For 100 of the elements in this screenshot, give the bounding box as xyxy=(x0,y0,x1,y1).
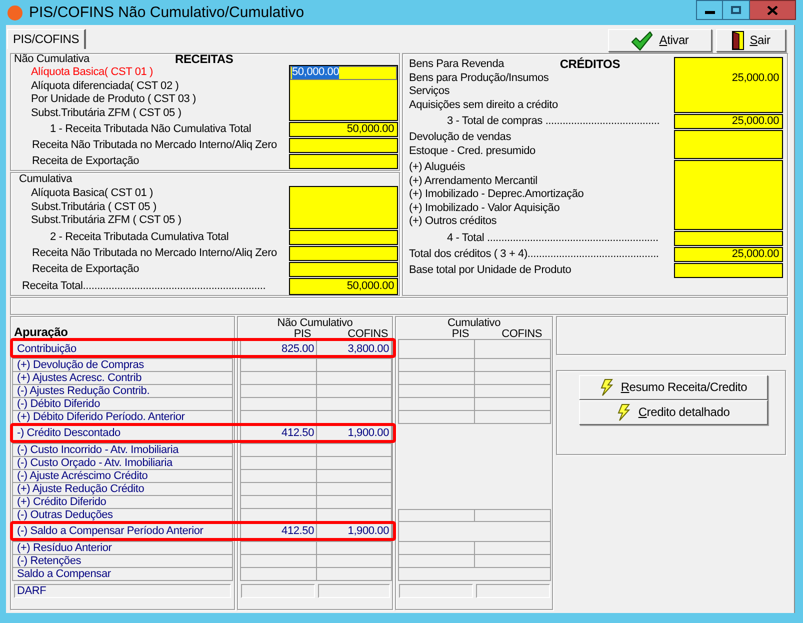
toolbar-button[interactable]: Sair xyxy=(716,29,786,52)
lightning-icon xyxy=(600,379,613,396)
lightning-icon xyxy=(617,404,630,421)
field-label: Alíquota Basica( CST 01 ) xyxy=(31,66,153,80)
minimize-button[interactable] xyxy=(696,0,723,20)
column-header: COFINS xyxy=(348,328,388,339)
table-cell: (-) Débito Diferido xyxy=(12,398,233,411)
column-header: PIS xyxy=(452,328,469,339)
field-label: Receita Não Tributada no Mercado Interno/Aliq Zero xyxy=(32,139,277,152)
field-label: Receita Não Tributada no Mercado Interno/Aliq Zero xyxy=(32,246,277,260)
toolbar-button[interactable]: Ativar xyxy=(608,29,712,52)
table-cell: 1,900.00 xyxy=(317,424,392,444)
section-caption: Não Cumulativo xyxy=(277,317,353,328)
table-cell xyxy=(318,584,390,598)
input-field[interactable]: 25,000.00 xyxy=(674,114,783,129)
field-label: Subst.Tributária ZFM ( CST 05 ) xyxy=(31,106,182,120)
table-cell: (-) Custo Incorrido - Atv. Imobiliaria xyxy=(12,444,233,457)
input-field[interactable] xyxy=(289,246,398,260)
table-cell: (-) Outras Deduções xyxy=(12,509,233,522)
input-field[interactable]: 50,000.00 xyxy=(290,66,397,80)
section-title: RECEITAS xyxy=(175,52,234,66)
close-icon xyxy=(767,6,778,14)
table-cell: 1,900.00 xyxy=(317,522,392,542)
field-label: Subst.Tributária ( CST 05 ) xyxy=(31,200,156,214)
table-cell: (-) Ajuste Acréscimo Crédito xyxy=(12,470,233,483)
table-cell: (+) Resíduo Anterior xyxy=(12,542,233,555)
field-label: (+) Outros créditos xyxy=(409,215,497,228)
input-field[interactable] xyxy=(289,154,398,169)
minimize-icon xyxy=(704,11,714,14)
field-label: Receita Total................................................................ xyxy=(22,280,266,292)
input-grid[interactable] xyxy=(674,160,783,230)
action-button[interactable]: Resumo Receita/Credito xyxy=(579,375,768,400)
section-caption: Cumulativa xyxy=(19,172,72,186)
tab[interactable]: PIS/COFINS xyxy=(7,29,86,49)
field-label: 2 - Receita Tributada Cumulativa Total xyxy=(50,230,229,244)
input-field[interactable]: 25,000.00 xyxy=(674,246,783,262)
table-cell: (-) Retenções xyxy=(12,555,233,568)
field-value: 25,000.00 xyxy=(732,72,780,85)
table-cell: Contribuição xyxy=(12,339,233,359)
field-label: Devolução de vendas xyxy=(409,131,511,144)
input-field[interactable] xyxy=(674,230,783,246)
field-label: Alíquota diferenciada( CST 02 ) xyxy=(31,80,179,93)
field-label: Base total por Unidade de Produto xyxy=(409,264,572,276)
input-field[interactable] xyxy=(674,262,783,278)
section-caption: Cumulativo xyxy=(447,317,501,328)
table-cell: Saldo a Compensar xyxy=(12,568,233,581)
table-cell: -) Crédito Descontado xyxy=(12,424,233,444)
field-label: (+) Imobilizado - Valor Aquisição xyxy=(409,202,560,215)
table-cell: 412.50 xyxy=(240,424,317,444)
column-header: PIS xyxy=(294,328,311,339)
section-caption: Não Cumulativa xyxy=(14,52,90,66)
field-label: (+) Imobilizado - Deprec.Amortização xyxy=(409,188,584,202)
field-label: Estoque - Cred. presumido xyxy=(409,144,536,158)
field-label: 4 - Total ............................................................ xyxy=(447,232,658,244)
table-cell: (+) Devolução de Compras xyxy=(12,359,233,372)
input-field[interactable]: 50,000.00 xyxy=(289,122,398,137)
field-label: Por Unidade de Produto ( CST 03 ) xyxy=(31,93,196,106)
table-cell: (+) Crédito Diferido xyxy=(12,496,233,509)
field-label: Bens Para Revenda xyxy=(409,58,504,72)
door-icon xyxy=(732,31,744,50)
table-cell: (+) Débito Diferido Período. Anterior xyxy=(12,411,233,424)
field-label: 1 - Receita Tributada Não Cumulativa Total xyxy=(50,123,252,136)
table-cell: 3,800.00 xyxy=(317,339,392,359)
input-grid[interactable]: 50,000.00 xyxy=(289,65,398,121)
maximize-button[interactable] xyxy=(723,0,750,20)
section-title: Apuração xyxy=(14,325,68,339)
window-title: PIS/COFINS Não Cumulativo/Cumulativo xyxy=(29,4,304,22)
table-cell: (-) Ajustes Redução Contrib. xyxy=(12,385,233,398)
field-label: Aquisições sem direito a crédito xyxy=(409,98,558,112)
input-field[interactable]: 50,000.00 xyxy=(289,278,398,294)
field-label: Receita de Exportação xyxy=(32,155,140,168)
input-grid[interactable] xyxy=(289,186,398,228)
maximize-icon xyxy=(731,6,741,14)
input-grid[interactable]: 25,000.00 xyxy=(674,57,783,113)
input-field[interactable] xyxy=(289,138,398,153)
table-cell: (-) Custo Orçado - Atv. Imobiliaria xyxy=(12,457,233,470)
app-logo-icon xyxy=(7,4,23,20)
field-label: Total dos créditos ( 3 + 4).............................................. xyxy=(409,248,659,260)
table-cell: (+) Ajustes Acresc. Contrib xyxy=(12,372,233,385)
field-label: (+) Arrendamento Mercantil xyxy=(409,174,538,188)
table-cell: (+) Ajuste Redução Crédito xyxy=(12,483,233,496)
table-cell: 412.50 xyxy=(240,522,317,542)
field-label: Receita de Exportação xyxy=(32,262,140,276)
input-field[interactable] xyxy=(289,262,398,276)
table-cell: DARF xyxy=(14,584,231,598)
table-cell: 825.00 xyxy=(240,339,317,359)
action-button[interactable]: Credito detalhado xyxy=(579,400,768,425)
input-field[interactable] xyxy=(289,230,398,244)
field-label: Subst.Tributária ZFM ( CST 05 ) xyxy=(31,214,182,228)
field-label: Bens para Produção/Insumos xyxy=(409,72,549,85)
close-button[interactable] xyxy=(750,0,796,20)
field-label: Alíquota Basica( CST 01 ) xyxy=(31,187,153,200)
checkmark-icon xyxy=(631,30,654,50)
column-header: COFINS xyxy=(502,328,542,339)
section-title: CRÉDITOS xyxy=(560,58,620,72)
field-label: Serviços xyxy=(409,85,450,98)
field-label: (+) Aluguéis xyxy=(409,161,465,174)
input-grid[interactable] xyxy=(674,130,783,159)
table-cell: (-) Saldo a Compensar Período Anterior xyxy=(12,522,233,542)
field-label: 3 - Total de compras ........................................ xyxy=(447,115,660,128)
